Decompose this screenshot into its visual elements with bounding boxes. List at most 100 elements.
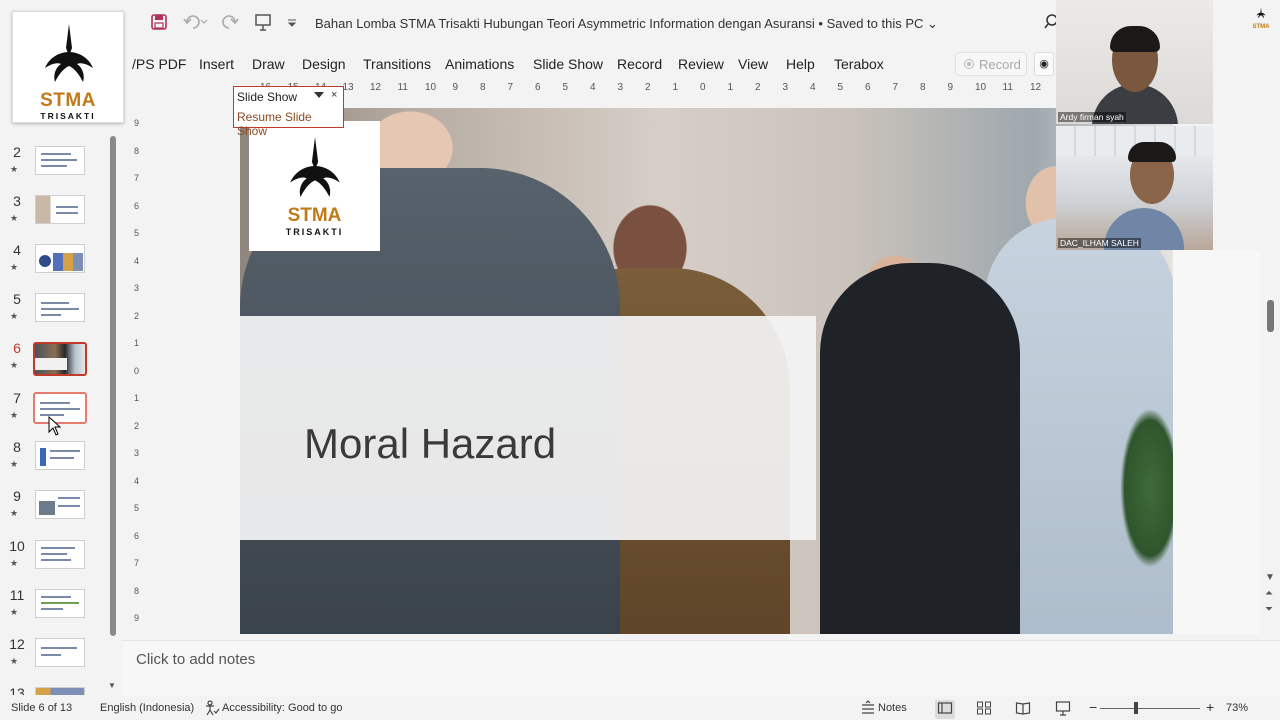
slide-counter: Slide 6 of 13 [11, 702, 73, 714]
slide-thumbnail[interactable] [35, 195, 85, 224]
tab-draw[interactable]: Draw [252, 56, 285, 72]
tab-review[interactable]: Review [678, 56, 724, 72]
next-slide-icon[interactable]: ⏷ [1265, 604, 1273, 615]
tab-pdf[interactable]: /PS PDF [132, 56, 186, 72]
slide-sorter-icon[interactable] [976, 700, 992, 719]
ruler-tick-label: 2 [134, 420, 140, 431]
scrollbar-thumb[interactable] [1267, 300, 1274, 332]
ruler-tick-label: 0 [134, 365, 140, 376]
thumbnail-slide-9[interactable]: 9 ★ [0, 488, 122, 536]
tab-help[interactable]: Help [786, 56, 815, 72]
slide-number: 4 [13, 242, 21, 258]
slide-number: 6 [13, 340, 21, 356]
notes-icon[interactable] [860, 700, 876, 719]
thumbnail-slide-11[interactable]: 11 ★ [0, 587, 122, 635]
slide-thumbnail[interactable] [35, 490, 85, 519]
ruler-tick-label: 8 [134, 145, 140, 156]
scroll-down-icon[interactable]: ▼ [108, 681, 116, 690]
accessibility-icon[interactable] [204, 700, 220, 719]
tab-insert[interactable]: Insert [199, 56, 234, 72]
save-icon[interactable] [150, 13, 168, 31]
thumbnail-slide-4[interactable]: 4 ★ [0, 242, 122, 290]
slide-thumbnail[interactable] [35, 638, 85, 667]
dropdown-arrow-icon[interactable] [314, 92, 324, 98]
ruler-tick-label: 9 [134, 118, 140, 128]
ruler-tick-label: 9 [134, 613, 140, 623]
mouse-cursor-icon [48, 416, 62, 436]
slide-thumbnail-selected[interactable] [33, 342, 87, 376]
tab-design[interactable]: Design [302, 56, 346, 72]
tab-view[interactable]: View [738, 56, 768, 72]
thumbnail-scrollbar[interactable]: ▼ [108, 136, 118, 692]
canvas-margin [1173, 250, 1260, 634]
scrollbar-thumb[interactable] [110, 136, 116, 636]
tab-animations[interactable]: Animations [445, 56, 514, 72]
thumbnail-slide-10[interactable]: 10 ★ [0, 538, 122, 586]
editor-scrollbar[interactable]: ▼ ⏶ ⏷ [1262, 250, 1278, 634]
notes-toggle-label[interactable]: Notes [878, 702, 907, 714]
document-title[interactable]: Bahan Lomba STMA Trisakti Hubungan Teori… [315, 16, 938, 32]
thumbnail-slide-5[interactable]: 5 ★ [0, 291, 122, 339]
thumbnail-slide-2[interactable]: 2 ★ [0, 144, 122, 192]
quick-access-toolbar [150, 13, 298, 31]
ruler-tick-label: 12 [370, 82, 382, 93]
zoom-slider[interactable] [1100, 708, 1200, 709]
thumbnail-slide-13[interactable]: 13 [0, 685, 122, 695]
tab-slide-show[interactable]: Slide Show [533, 56, 603, 72]
scroll-down-icon[interactable]: ▼ [1265, 572, 1275, 583]
slide-logo[interactable]: STMA TRISAKTI [249, 121, 380, 251]
ruler-tick-label: 9 [947, 82, 954, 93]
thumbnail-slide-3[interactable]: 3 ★ [0, 193, 122, 241]
normal-view-icon[interactable] [935, 700, 955, 719]
camera-icon[interactable]: ◉ [1034, 52, 1054, 76]
tab-record[interactable]: Record [617, 56, 662, 72]
slide-title[interactable]: Moral Hazard [304, 420, 556, 468]
thumbnail-slide-6[interactable]: 6 ★ [0, 340, 122, 388]
present-icon[interactable] [254, 13, 272, 31]
ruler-tick-label: 0 [700, 82, 706, 93]
previous-slide-icon[interactable]: ⏶ [1265, 588, 1273, 599]
slide-thumbnail[interactable] [35, 441, 85, 470]
slide-thumbnail[interactable] [35, 540, 85, 569]
language-indicator[interactable]: English (Indonesia) [100, 702, 194, 714]
title-placeholder[interactable]: Moral Hazard [240, 316, 816, 540]
video-tile-participant-2: DAC_ILHAM SALEH [1056, 126, 1213, 250]
close-icon[interactable]: × [331, 89, 337, 101]
notes-placeholder[interactable]: Click to add notes [136, 651, 255, 668]
participant-hair [1110, 26, 1160, 52]
reading-view-icon[interactable] [1015, 700, 1031, 719]
tab-transitions[interactable]: Transitions [363, 56, 431, 72]
slide-thumbnail[interactable] [35, 293, 85, 322]
animation-star-icon: ★ [10, 508, 19, 518]
notes-pane[interactable]: Click to add notes [122, 640, 1280, 696]
participant-name: DAC_ILHAM SALEH [1058, 238, 1141, 248]
slide-thumbnails-panel: 2 ★ 3 ★ 4 ★ 5 ★ 6 ★ 7 ★ 8 ★ 9 ★ 10 ★ 11 ★ 12 ★ [0, 130, 122, 695]
zoom-slider-knob[interactable] [1134, 702, 1138, 714]
slide-canvas[interactable]: STMA TRISAKTI Moral Hazard [240, 108, 1173, 634]
thumbnail-slide-12[interactable]: 12 ★ [0, 636, 122, 684]
zoom-level[interactable]: 73% [1226, 702, 1248, 714]
slide-number: 8 [13, 439, 21, 455]
redo-icon[interactable] [222, 13, 240, 31]
slide-show-view-icon[interactable] [1055, 700, 1071, 719]
animation-star-icon: ★ [10, 311, 19, 321]
ruler-tick-label: 3 [134, 283, 140, 293]
zoom-out-icon[interactable]: − [1089, 699, 1097, 715]
record-label: Record [979, 56, 1021, 72]
slide-thumbnail[interactable] [35, 589, 85, 618]
slide-thumbnail[interactable] [35, 146, 85, 175]
animation-star-icon: ★ [10, 656, 19, 666]
slide-thumbnail[interactable] [35, 244, 85, 273]
thumbnail-slide-8[interactable]: 8 ★ [0, 439, 122, 487]
resume-slide-show-link[interactable]: Resume Slide Show [237, 110, 343, 138]
tab-terabox[interactable]: Terabox [834, 56, 884, 72]
animation-star-icon: ★ [10, 410, 19, 420]
customize-qat-icon[interactable] [286, 13, 298, 31]
undo-icon[interactable] [182, 13, 208, 31]
accessibility-status[interactable]: Accessibility: Good to go [222, 702, 342, 714]
record-button[interactable]: Record [955, 52, 1027, 76]
ruler-tick-label: 1 [134, 338, 140, 348]
ruler-tick-label: 8 [480, 82, 486, 93]
slide-thumbnail[interactable] [35, 687, 85, 695]
zoom-in-icon[interactable]: + [1206, 699, 1214, 715]
